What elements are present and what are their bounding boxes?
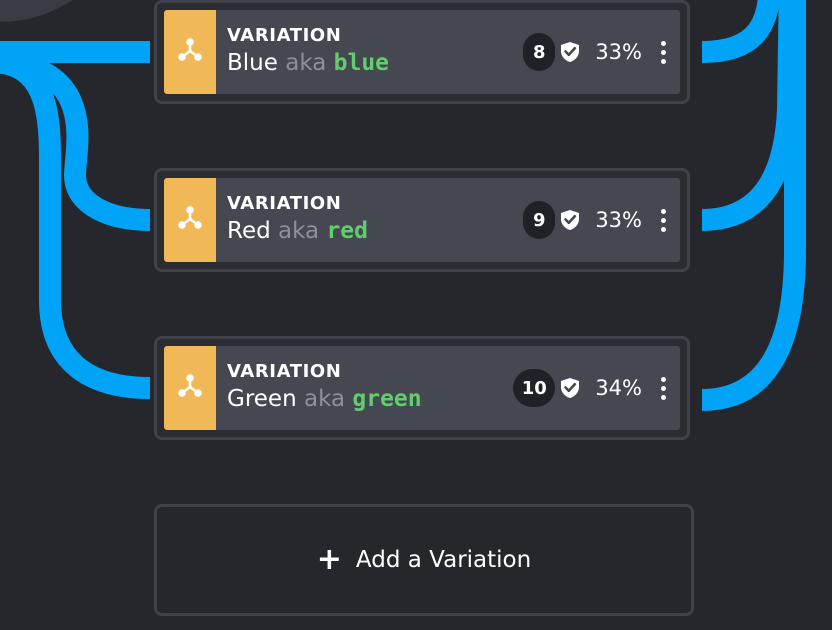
variation-display-name: Blue <box>227 50 278 76</box>
variation-card-red[interactable]: VARIATION Red aka red 9 33% <box>154 168 690 272</box>
variation-percent: 34% <box>595 376 642 400</box>
fork-icon <box>177 206 203 234</box>
add-variation-button[interactable]: + Add a Variation <box>154 504 694 616</box>
variation-card-body: VARIATION Green aka green 10 34% <box>164 346 680 430</box>
left-connector-red <box>0 51 151 231</box>
more-vertical-icon[interactable] <box>646 200 680 240</box>
variation-key: green <box>352 386 422 412</box>
shield-check-icon <box>559 376 581 400</box>
variation-count-badge: 9 <box>523 201 556 239</box>
variation-count-badge: 8 <box>523 33 556 71</box>
variation-name-line: Blue aka blue <box>227 50 389 76</box>
icon-strip <box>164 346 216 430</box>
variation-key: blue <box>333 50 390 76</box>
variation-percent: 33% <box>595 40 642 64</box>
add-variation-label: Add a Variation <box>355 547 532 573</box>
icon-strip <box>164 178 216 262</box>
icon-strip <box>164 10 216 94</box>
variation-display-name: Red <box>227 218 271 244</box>
variation-stats: 9 33% <box>523 178 680 262</box>
variation-stats: 8 33% <box>523 10 680 94</box>
variation-display-name: Green <box>227 386 297 412</box>
more-vertical-icon[interactable] <box>646 368 680 408</box>
right-connector-blue <box>701 0 780 63</box>
variation-name-line: Green aka green <box>227 386 422 412</box>
variation-type-label: VARIATION <box>227 193 342 214</box>
variation-card-green[interactable]: VARIATION Green aka green 10 34% <box>154 336 690 440</box>
variation-card-body: VARIATION Red aka red 9 33% <box>164 178 680 262</box>
more-vertical-icon[interactable] <box>646 32 680 72</box>
variation-type-label: VARIATION <box>227 361 342 382</box>
variation-count-badge: 10 <box>513 369 556 407</box>
shield-check-icon <box>559 40 581 64</box>
plus-icon: + <box>316 542 342 577</box>
shield-check-icon <box>559 208 581 232</box>
variation-key: red <box>326 218 368 244</box>
aka-label: aka <box>278 218 320 244</box>
variation-stats: 10 34% <box>513 346 680 430</box>
fork-icon <box>177 374 203 402</box>
variation-percent: 33% <box>595 208 642 232</box>
fork-icon <box>177 38 203 66</box>
variation-card-body: VARIATION Blue aka blue 8 33% <box>164 10 680 94</box>
variation-name-line: Red aka red <box>227 218 368 244</box>
aka-label: aka <box>303 386 346 412</box>
variation-card-blue[interactable]: VARIATION Blue aka blue 8 33% <box>154 0 690 104</box>
incoming-gray-curve <box>0 0 73 22</box>
variation-type-label: VARIATION <box>227 25 342 46</box>
aka-label: aka <box>285 50 327 76</box>
